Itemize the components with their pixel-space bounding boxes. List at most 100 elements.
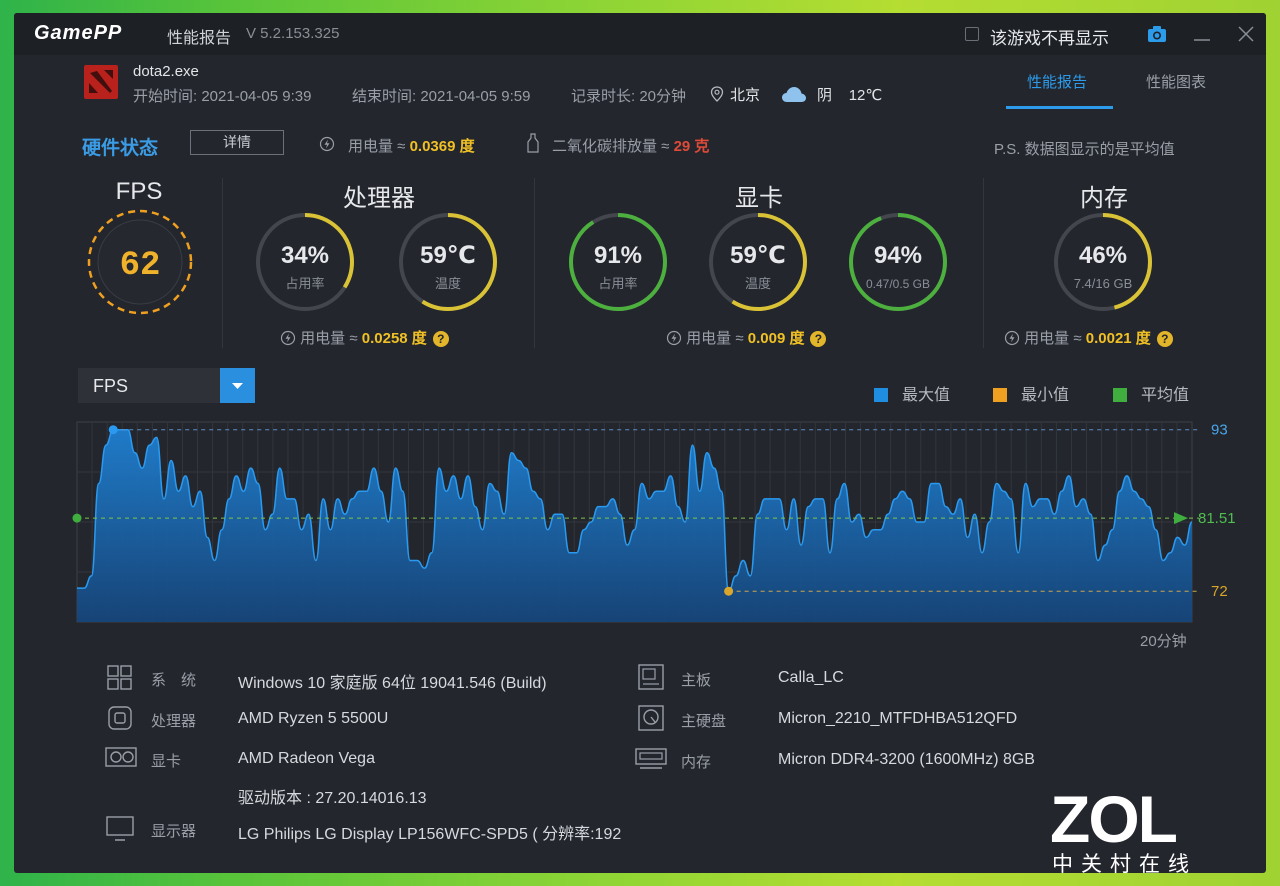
cpu-key: 处理器 — [151, 713, 197, 730]
legend-avg-label: 平均值 — [1141, 387, 1190, 404]
memory-power-label: 用电量 ≈ — [1024, 330, 1082, 347]
memory-usage-label: 7.4/16 GB — [1074, 276, 1133, 291]
bottle-icon — [527, 133, 539, 153]
min-point — [724, 586, 734, 596]
driver-version: 驱动版本 : 27.20.14016.13 — [238, 790, 427, 807]
start-time: 开始时间: 2021-04-05 9:39 — [133, 88, 312, 105]
gauges: 62 34% 占用率 59℃ 温度 91% 占用率 59℃ 温度 94% 0.4… — [87, 209, 1152, 315]
fps-gauge: 62 — [87, 209, 193, 315]
windows-icon — [107, 665, 132, 690]
max-label: 93 — [1211, 422, 1228, 439]
window-title: 性能报告 — [167, 30, 232, 47]
gpu-temp-label: 温度 — [745, 276, 771, 291]
power-icon — [666, 330, 682, 346]
memory-icon — [635, 748, 667, 769]
gpu-power-label: 用电量 ≈ — [686, 330, 744, 347]
legend-max: 最大值 — [874, 381, 950, 405]
fps-value: 62 — [120, 247, 161, 285]
fps-chart: 93 81.51 72 — [72, 421, 1236, 623]
cpu-power: 用电量 ≈ 0.0258 度? — [280, 327, 449, 348]
display-key: 显示器 — [151, 823, 197, 840]
gpu-vram-value: 94% — [874, 242, 922, 269]
location-icon — [710, 86, 724, 102]
zol-logo: ZOL — [1050, 782, 1178, 856]
gpu-usage-value: 91% — [594, 242, 642, 269]
close-button[interactable] — [1235, 23, 1257, 45]
legend-max-label: 最大值 — [902, 387, 951, 404]
cpu-temp-gauge: 59℃ 温度 — [399, 213, 497, 311]
gpu-usage-label: 占用率 — [598, 276, 637, 291]
total-power-value: 0.0369 度 — [409, 138, 475, 155]
minimize-button[interactable] — [1191, 23, 1213, 45]
cpu-usage-gauge: 34% 占用率 — [256, 213, 354, 311]
display-value: LG Philips LG Display LP156WFC-SPD5 ( 分辨… — [238, 826, 622, 843]
details-button[interactable]: 详情 — [190, 130, 284, 155]
cpu-usage-value: 34% — [281, 242, 329, 269]
co2-emission: 二氧化碳排放量 ≈ 29 克 — [552, 135, 709, 156]
board-value: Calla_LC — [778, 669, 844, 686]
weather: 阴 12℃ — [817, 84, 882, 105]
motherboard-icon — [638, 664, 664, 690]
end-time: 结束时间: 2021-04-05 9:59 — [352, 88, 531, 105]
co2-label: 二氧化碳排放量 ≈ — [552, 138, 670, 155]
hardware-status-title: 硬件状态 — [82, 138, 159, 159]
gpu-icon — [105, 747, 137, 767]
disk-key: 主硬盘 — [681, 713, 727, 730]
help-icon[interactable]: ? — [432, 331, 449, 347]
help-icon[interactable]: ? — [810, 331, 827, 347]
hide-game-checkbox[interactable] — [965, 27, 979, 41]
hide-game-label[interactable]: 该游戏不再显示 — [990, 24, 1109, 49]
chevron-down-icon — [232, 383, 243, 389]
gpu-key: 显卡 — [151, 753, 182, 770]
memory-usage-value: 46% — [1079, 242, 1127, 269]
city: 北京 — [730, 87, 761, 104]
gamepp-window: GamePP 性能报告 V 5.2.153.325 该游戏不再显示 dota2.… — [14, 13, 1266, 873]
cpu-icon — [108, 706, 132, 730]
co2-value: 29 克 — [673, 138, 710, 155]
average-note: P.S. 数据图显示的是平均值 — [994, 141, 1175, 158]
tab-performance-chart[interactable]: 性能图表 — [1146, 71, 1206, 92]
max-point — [108, 425, 118, 435]
title-bar: GamePP 性能报告 V 5.2.153.325 该游戏不再显示 — [14, 13, 1266, 55]
active-tab-indicator — [1006, 106, 1113, 109]
cpu-temp-value: 59℃ — [420, 242, 476, 269]
process-name: dota2.exe — [133, 63, 199, 80]
weather-condition: 阴 — [817, 87, 833, 104]
dropdown-toggle[interactable] — [220, 368, 255, 403]
x-axis-label: 20分钟 — [1140, 633, 1187, 650]
total-power-label: 用电量 ≈ — [348, 138, 406, 155]
os-value: Windows 10 家庭版 64位 19041.546 (Build) — [238, 675, 547, 692]
gpu-temp-value: 59℃ — [730, 242, 786, 269]
memory-power: 用电量 ≈ 0.0021 度? — [1004, 327, 1173, 348]
metric-dropdown[interactable]: FPS — [78, 368, 255, 403]
gpu-temp-gauge: 59℃ 温度 — [709, 213, 807, 311]
disk-value: Micron_2210_MTFDHBA512QFD — [778, 710, 1018, 727]
gpu-value: AMD Radeon Vega — [238, 750, 375, 767]
monitor-icon — [106, 816, 134, 841]
power-icon — [280, 330, 296, 346]
power-icon — [319, 136, 335, 152]
temperature: 12℃ — [848, 87, 883, 104]
app-logo: GamePP — [34, 22, 123, 44]
avg-point — [72, 513, 82, 523]
help-icon[interactable]: ? — [1156, 331, 1173, 347]
camera-icon[interactable] — [1147, 25, 1167, 43]
legend-swatch-min — [993, 388, 1007, 402]
cpu-power-label: 用电量 ≈ — [300, 330, 358, 347]
disk-icon — [638, 705, 664, 731]
legend-swatch-avg — [1113, 388, 1127, 402]
cpu-usage-label: 占用率 — [285, 276, 324, 291]
cpu-temp-label: 温度 — [435, 276, 461, 291]
gpu-vram-gauge: 94% 0.47/0.5 GB — [849, 213, 947, 311]
tab-performance-report[interactable]: 性能报告 — [1027, 71, 1087, 92]
mem-key: 内存 — [681, 754, 712, 771]
legend-min: 最小值 — [993, 381, 1069, 405]
cpu-power-value: 0.0258 度 — [361, 330, 427, 347]
duration: 记录时长: 20分钟 — [571, 88, 687, 105]
board-key: 主板 — [681, 672, 712, 689]
zol-subtitle: 中关村在线 — [1052, 853, 1197, 873]
metric-dropdown-value: FPS — [93, 376, 129, 396]
gpu-usage-gauge: 91% 占用率 — [569, 213, 667, 311]
total-power: 用电量 ≈ 0.0369 度 — [348, 135, 475, 156]
os-key: 系 统 — [151, 672, 197, 689]
